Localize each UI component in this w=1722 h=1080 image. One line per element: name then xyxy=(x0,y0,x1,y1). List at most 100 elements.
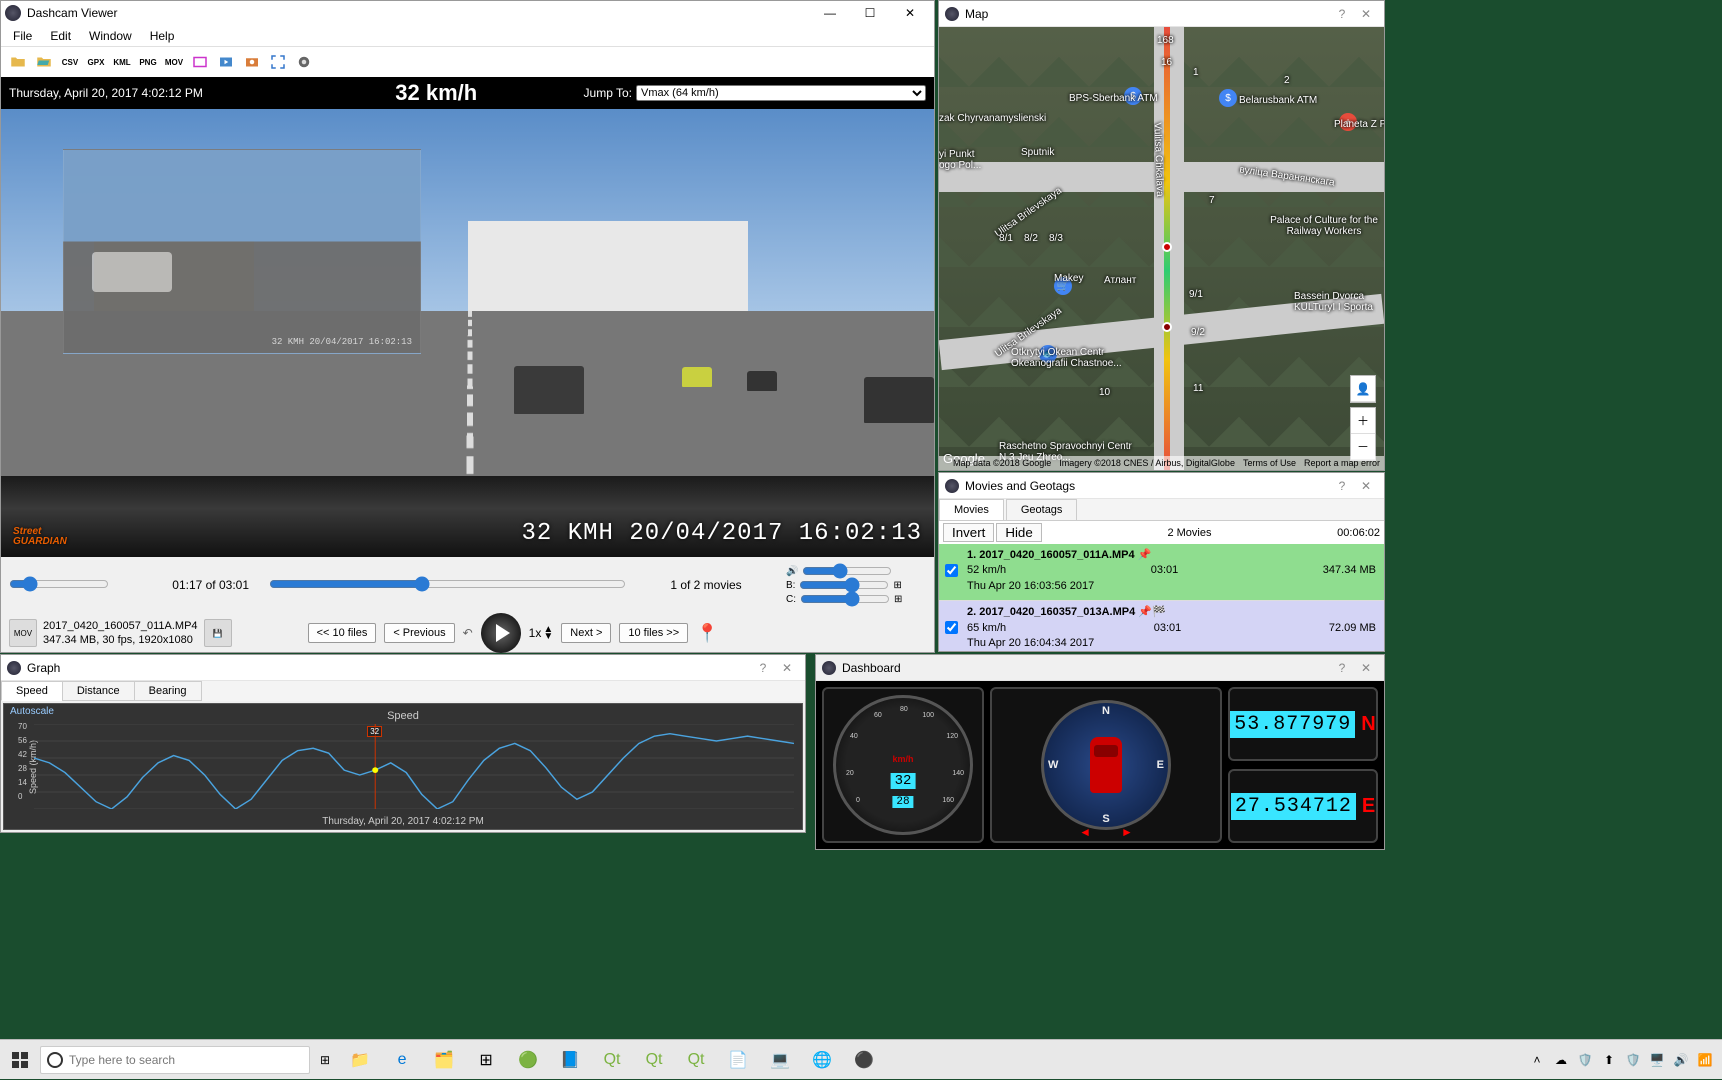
hide-button[interactable]: Hide xyxy=(996,523,1041,542)
taskbar-app[interactable]: 📘 xyxy=(550,1040,590,1080)
merge-button[interactable] xyxy=(215,51,237,73)
graph-titlebar[interactable]: Graph ? ✕ xyxy=(1,655,805,681)
prev-button[interactable]: < Previous xyxy=(384,623,454,643)
movie-checkbox[interactable] xyxy=(945,564,958,577)
autoscale-label[interactable]: Autoscale xyxy=(10,706,54,717)
taskbar-app[interactable]: Qt xyxy=(676,1040,716,1080)
movies-help-button[interactable]: ? xyxy=(1330,479,1354,493)
movie-checkbox[interactable] xyxy=(945,621,958,634)
maximize-button[interactable]: ☐ xyxy=(850,1,890,25)
movie-item[interactable]: 1. 2017_0420_160057_011A.MP4 📌 52 km/h03… xyxy=(939,544,1384,601)
contrast-slider[interactable] xyxy=(800,593,890,605)
menu-window[interactable]: Window xyxy=(81,27,140,45)
taskbar-app[interactable]: 💻 xyxy=(760,1040,800,1080)
tray-icon[interactable]: 📶 xyxy=(1696,1051,1714,1069)
tray-icon[interactable]: 🖥️ xyxy=(1648,1051,1666,1069)
dashboard-close-button[interactable]: ✕ xyxy=(1354,661,1378,675)
graph-canvas[interactable]: Autoscale Speed Speed (km/h) 70 56 42 28… xyxy=(3,703,803,830)
graph-close-button[interactable]: ✕ xyxy=(775,661,799,675)
settings-button[interactable] xyxy=(293,51,315,73)
prev-10-button[interactable]: << 10 files xyxy=(308,623,377,643)
tray-icon[interactable]: ⬆ xyxy=(1600,1051,1618,1069)
dashboard-help-button[interactable]: ? xyxy=(1330,661,1354,675)
poi-label: 8/3 xyxy=(1049,233,1063,244)
taskbar-app[interactable]: e xyxy=(382,1040,422,1080)
tab-bearing[interactable]: Bearing xyxy=(134,681,202,701)
clip-button[interactable] xyxy=(189,51,211,73)
geotag-pin-icon[interactable]: 📍 xyxy=(696,623,718,644)
movie-item[interactable]: 2. 2017_0420_160357_013A.MP4 📌🏁 65 km/h0… xyxy=(939,601,1384,651)
export-mov-button[interactable]: MOV xyxy=(163,51,185,73)
taskbar-app[interactable]: 🟢 xyxy=(508,1040,548,1080)
jump-to-select[interactable]: Vmax (64 km/h) xyxy=(636,85,926,101)
video-viewport[interactable]: 32 KMH 20/04/2017 16:02:13 32 KMH 20/04/… xyxy=(1,109,934,557)
current-position-marker xyxy=(1162,242,1172,252)
screenshot-button[interactable] xyxy=(241,51,263,73)
task-view-icon[interactable]: ⊞ xyxy=(320,1053,330,1067)
export-png-button[interactable]: PNG xyxy=(137,51,159,73)
speedo-unit: km/h xyxy=(892,754,913,764)
taskbar-app[interactable]: 📄 xyxy=(718,1040,758,1080)
movies-close-button[interactable]: ✕ xyxy=(1354,479,1378,493)
invert-button[interactable]: Invert xyxy=(943,523,994,542)
next-10-button[interactable]: 10 files >> xyxy=(619,623,688,643)
compass: N E S W ◄► xyxy=(990,687,1222,843)
movies-titlebar[interactable]: Movies and Geotags ? ✕ xyxy=(939,473,1384,499)
taskbar-app[interactable]: 🗂️ xyxy=(424,1040,464,1080)
taskbar-app[interactable]: Qt xyxy=(592,1040,632,1080)
save-file-button[interactable]: 💾 xyxy=(204,619,232,647)
reset-c-icon[interactable]: ⊞ xyxy=(894,594,902,605)
taskbar-app[interactable]: 📁 xyxy=(340,1040,380,1080)
map-canvas[interactable]: $BPS-Sberbank ATM $Belarusbank ATM +Plan… xyxy=(939,27,1384,470)
start-button[interactable] xyxy=(0,1040,40,1080)
fullscreen-button[interactable] xyxy=(267,51,289,73)
minimize-button[interactable]: — xyxy=(810,1,850,25)
arrow-left-icon[interactable]: ◄ xyxy=(1079,825,1091,839)
play-button[interactable] xyxy=(481,613,521,653)
export-csv-button[interactable]: CSV xyxy=(59,51,81,73)
graph-help-button[interactable]: ? xyxy=(751,661,775,675)
export-kml-button[interactable]: KML xyxy=(111,51,133,73)
streetview-control[interactable]: 👤 xyxy=(1350,375,1376,403)
open-files-button[interactable] xyxy=(33,51,55,73)
next-button[interactable]: Next > xyxy=(561,623,611,643)
volume-slider[interactable] xyxy=(802,565,892,577)
zoom-in-button[interactable]: ＋ xyxy=(1351,408,1375,434)
tray-icon[interactable]: ˄ xyxy=(1528,1051,1546,1069)
menu-file[interactable]: File xyxy=(5,27,40,45)
close-button[interactable]: ✕ xyxy=(890,1,930,25)
menu-edit[interactable]: Edit xyxy=(42,27,79,45)
tab-speed[interactable]: Speed xyxy=(1,681,63,701)
tray-icon[interactable]: 🛡️ xyxy=(1624,1051,1642,1069)
seek-slider[interactable] xyxy=(269,576,626,592)
export-gpx-button[interactable]: GPX xyxy=(85,51,107,73)
trim-start-slider[interactable] xyxy=(9,576,109,592)
rate-stepper[interactable]: ▲▼ xyxy=(543,626,553,640)
reload-icon[interactable]: ↶ xyxy=(463,626,473,640)
titlebar[interactable]: Dashcam Viewer — ☐ ✕ xyxy=(1,1,934,25)
contrast-label: C: xyxy=(786,594,796,605)
map-titlebar[interactable]: Map ? ✕ xyxy=(939,1,1384,27)
search-box[interactable]: Type here to search xyxy=(40,1046,310,1074)
dashboard-titlebar[interactable]: Dashboard ? ✕ xyxy=(816,655,1384,681)
zoom-control[interactable]: ＋－ xyxy=(1350,407,1376,461)
menu-help[interactable]: Help xyxy=(142,27,183,45)
tab-geotags[interactable]: Geotags xyxy=(1006,499,1078,520)
tab-distance[interactable]: Distance xyxy=(62,681,135,701)
speaker-icon[interactable]: 🔊 xyxy=(786,566,798,577)
taskbar-app[interactable]: Qt xyxy=(634,1040,674,1080)
map-help-button[interactable]: ? xyxy=(1330,7,1354,21)
taskbar-app[interactable]: ⊞ xyxy=(466,1040,506,1080)
tray-icon[interactable]: 🛡️ xyxy=(1576,1051,1594,1069)
taskbar-app[interactable]: 🌐 xyxy=(802,1040,842,1080)
open-folder-button[interactable] xyxy=(7,51,29,73)
pip-viewport[interactable]: 32 KMH 20/04/2017 16:02:13 xyxy=(63,149,421,354)
tray-icon[interactable]: ☁ xyxy=(1552,1051,1570,1069)
reset-b-icon[interactable]: ⊞ xyxy=(893,580,901,591)
arrow-right-icon[interactable]: ► xyxy=(1121,825,1133,839)
taskbar-app[interactable]: ⚫ xyxy=(844,1040,884,1080)
tray-icon[interactable]: 🔊 xyxy=(1672,1051,1690,1069)
map-close-button[interactable]: ✕ xyxy=(1354,7,1378,21)
tab-movies[interactable]: Movies xyxy=(939,499,1004,520)
brightness-slider[interactable] xyxy=(799,579,889,591)
